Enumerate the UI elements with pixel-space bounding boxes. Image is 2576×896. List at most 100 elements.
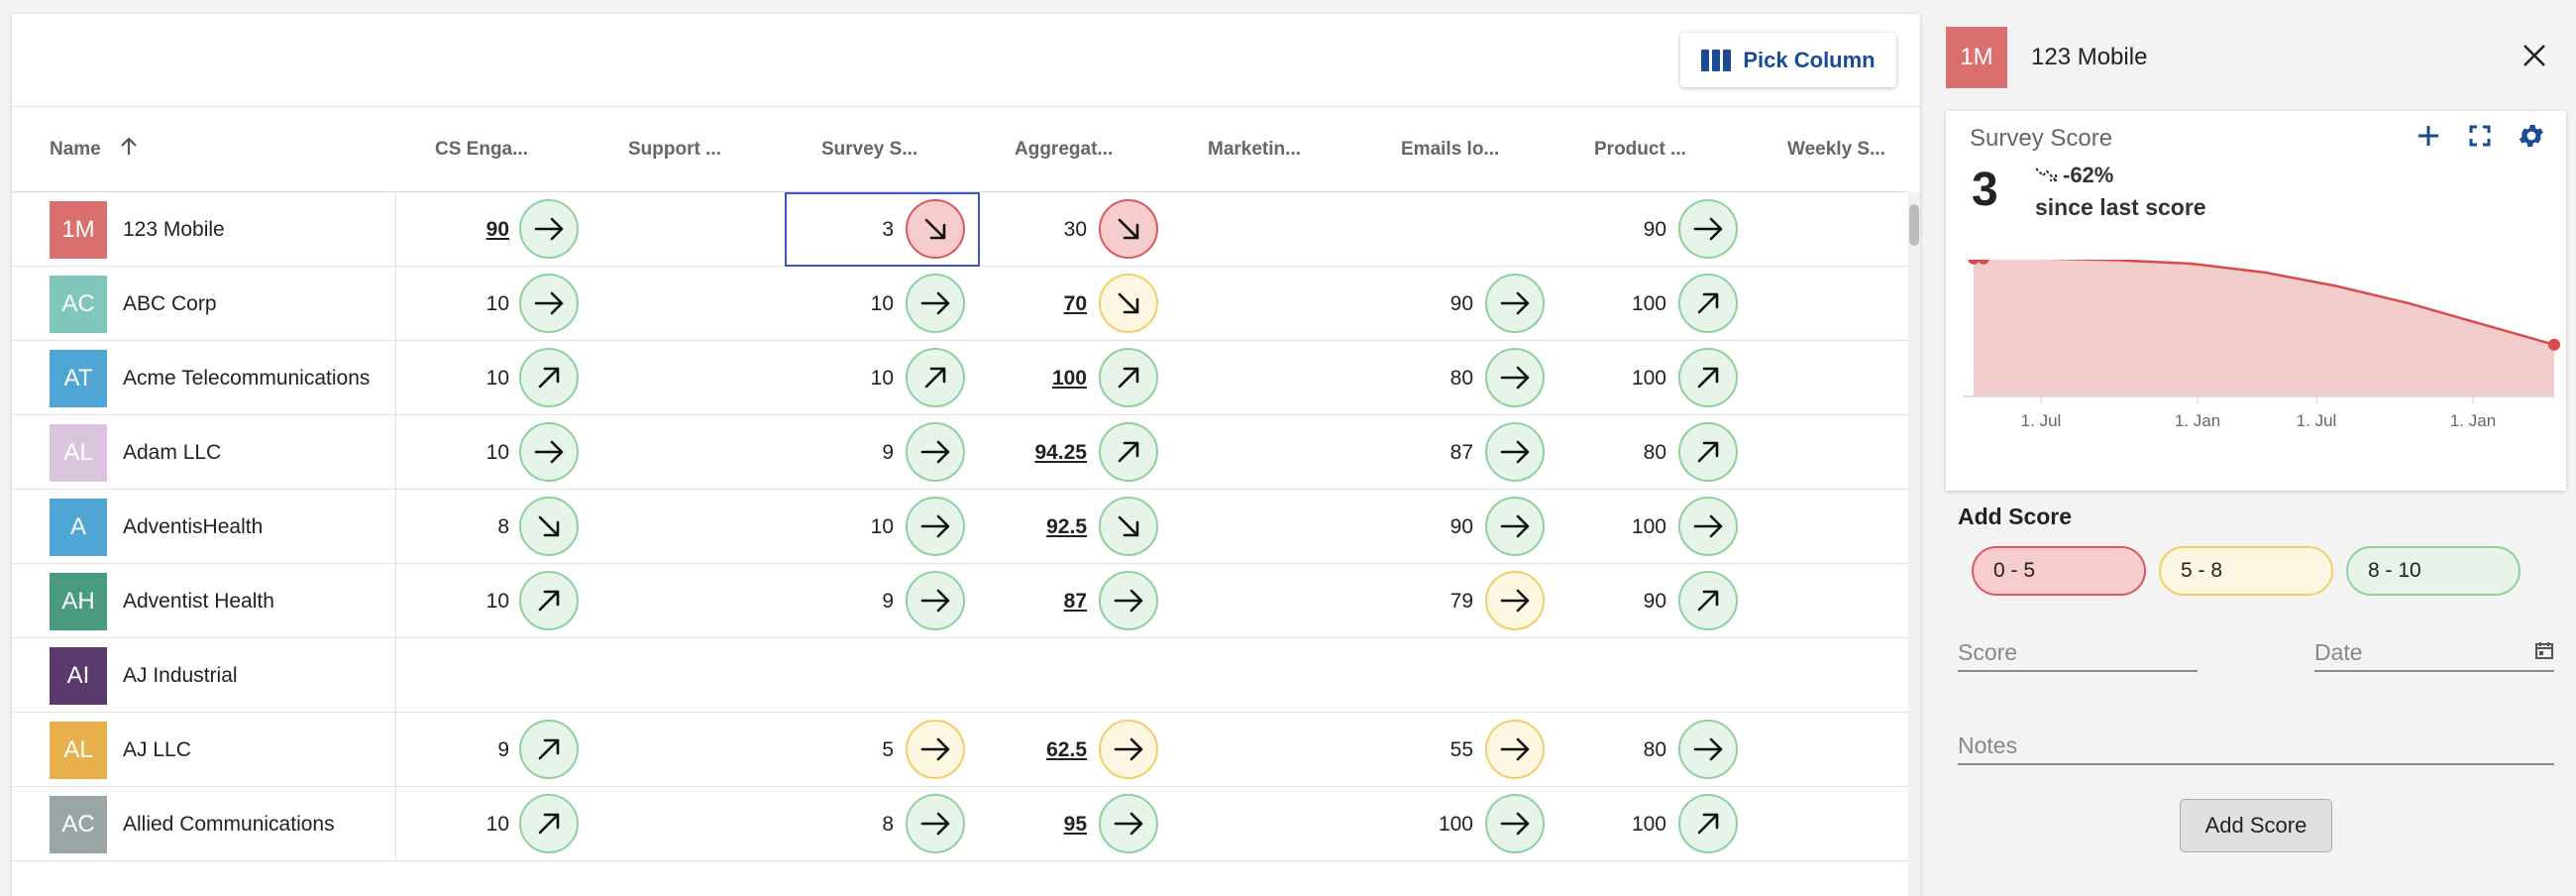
account-name-cell[interactable]: AT Acme Telecommunications <box>12 341 396 415</box>
trend-right-icon[interactable] <box>1485 720 1545 779</box>
trend-right-icon[interactable] <box>519 199 579 259</box>
sort-ascending-icon[interactable] <box>117 135 141 166</box>
trend-up-icon[interactable] <box>519 720 579 779</box>
column-header-name[interactable]: Name <box>50 107 141 192</box>
range-chip-8-10[interactable]: 8 - 10 <box>2346 546 2521 596</box>
table-row[interactable]: AC Allied Communications 10 8 95 100 100 <box>12 787 1908 861</box>
trend-up-icon[interactable] <box>519 348 579 407</box>
range-chip-5-8[interactable]: 5 - 8 <box>2159 546 2333 596</box>
table-row[interactable]: AI AJ Industrial <box>12 638 1908 713</box>
trend-right-icon[interactable] <box>1678 199 1738 259</box>
agg-score-value[interactable]: 95 <box>998 787 1087 861</box>
trend-up-icon[interactable] <box>1678 422 1738 482</box>
trend-right-icon[interactable] <box>1485 794 1545 853</box>
range-chip-0-5[interactable]: 0 - 5 <box>1972 546 2146 596</box>
table-row[interactable]: AC ABC Corp 10 10 70 90 100 <box>12 267 1908 341</box>
column-header-support[interactable]: Support ... <box>628 107 721 192</box>
date-field[interactable]: Date <box>2314 634 2554 672</box>
trend-down-icon[interactable] <box>1099 497 1158 556</box>
account-name-cell[interactable]: AL Adam LLC <box>12 415 396 490</box>
account-name[interactable]: Acme Telecommunications <box>123 367 370 391</box>
notes-field[interactable]: Notes <box>1958 728 2554 765</box>
trend-right-icon[interactable] <box>1099 720 1158 779</box>
add-score-button[interactable]: Add Score <box>2180 799 2332 852</box>
account-name[interactable]: ABC Corp <box>123 292 217 316</box>
trend-down-icon[interactable] <box>519 497 579 556</box>
grid-scrollbar[interactable] <box>1908 192 1920 896</box>
agg-score-value[interactable]: 92.5 <box>998 490 1087 564</box>
trend-right-icon[interactable] <box>1678 497 1738 556</box>
trend-right-icon[interactable] <box>906 794 965 853</box>
account-name[interactable]: AdventisHealth <box>123 515 263 539</box>
trend-right-icon[interactable] <box>1099 571 1158 630</box>
trend-up-icon[interactable] <box>519 794 579 853</box>
trend-right-icon[interactable] <box>1485 571 1545 630</box>
trend-right-icon[interactable] <box>1678 720 1738 779</box>
trend-right-icon[interactable] <box>1485 348 1545 407</box>
table-row[interactable]: 1M 123 Mobile 90 3 30 90 <box>12 192 1908 267</box>
account-name-cell[interactable]: 1M 123 Mobile <box>12 192 396 267</box>
trend-up-icon[interactable] <box>1678 794 1738 853</box>
data-point-last[interactable] <box>2548 338 2560 351</box>
add-icon[interactable] <box>2412 119 2445 153</box>
trend-up-icon[interactable] <box>906 348 965 407</box>
account-name[interactable]: Adam LLC <box>123 441 221 465</box>
trend-up-icon[interactable] <box>1678 348 1738 407</box>
pick-column-button[interactable]: Pick Column <box>1680 33 1896 87</box>
column-header-marketing[interactable]: Marketin... <box>1208 107 1301 192</box>
account-name-cell[interactable]: AC ABC Corp <box>12 267 396 341</box>
column-header-survey-score[interactable]: Survey S... <box>821 107 917 192</box>
trend-right-icon[interactable] <box>906 571 965 630</box>
column-header-aggregate[interactable]: Aggregat... <box>1015 107 1113 192</box>
table-row[interactable]: AH Adventist Health 10 9 87 79 90 <box>12 564 1908 638</box>
column-header-cs-engagement[interactable]: CS Enga... <box>435 107 528 192</box>
gear-icon[interactable] <box>2515 119 2548 153</box>
trend-right-icon[interactable] <box>1485 274 1545 333</box>
account-name-cell[interactable]: A AdventisHealth <box>12 490 396 564</box>
trend-down-icon[interactable] <box>906 199 965 259</box>
account-name-cell[interactable]: AC Allied Communications <box>12 787 396 861</box>
account-name[interactable]: Adventist Health <box>123 590 274 614</box>
account-name[interactable]: 123 Mobile <box>123 218 225 242</box>
account-name[interactable]: AJ LLC <box>123 738 191 762</box>
agg-score-value[interactable]: 70 <box>998 267 1087 341</box>
trend-down-icon[interactable] <box>1099 274 1158 333</box>
column-header-emails[interactable]: Emails lo... <box>1401 107 1499 192</box>
trend-up-icon[interactable] <box>519 571 579 630</box>
grid-scrollbar-thumb[interactable] <box>1909 204 1919 246</box>
calendar-icon[interactable] <box>2534 639 2554 666</box>
trend-right-icon[interactable] <box>906 274 965 333</box>
trend-up-icon[interactable] <box>1099 348 1158 407</box>
account-name[interactable]: AJ Industrial <box>123 664 238 688</box>
trend-right-icon[interactable] <box>906 720 965 779</box>
account-name-cell[interactable]: AL AJ LLC <box>12 713 396 787</box>
account-name[interactable]: Allied Communications <box>123 813 335 837</box>
column-header-product[interactable]: Product ... <box>1594 107 1686 192</box>
trend-right-icon[interactable] <box>519 274 579 333</box>
trend-right-icon[interactable] <box>1485 422 1545 482</box>
score-field[interactable]: Score <box>1958 634 2198 672</box>
agg-score-value[interactable]: 87 <box>998 564 1087 638</box>
trend-right-icon[interactable] <box>519 422 579 482</box>
column-header-weekly[interactable]: Weekly S... <box>1787 107 1885 192</box>
trend-up-icon[interactable] <box>1678 571 1738 630</box>
trend-right-icon[interactable] <box>906 497 965 556</box>
table-row[interactable]: A AdventisHealth 8 10 92.5 90 100 <box>12 490 1908 564</box>
trend-down-icon[interactable] <box>1099 199 1158 259</box>
trend-right-icon[interactable] <box>1099 794 1158 853</box>
account-name-cell[interactable]: AI AJ Industrial <box>12 638 396 713</box>
table-row[interactable]: AL AJ LLC 9 5 62.5 55 80 <box>12 713 1908 787</box>
close-icon[interactable] <box>2515 36 2554 75</box>
cs-score-value[interactable]: 90 <box>420 192 509 267</box>
agg-score-value[interactable]: 100 <box>998 341 1087 415</box>
expand-icon[interactable] <box>2463 119 2497 153</box>
agg-score-value[interactable]: 94.25 <box>998 415 1087 490</box>
table-row[interactable]: AL Adam LLC 10 9 94.25 87 80 <box>12 415 1908 490</box>
trend-up-icon[interactable] <box>1099 422 1158 482</box>
trend-right-icon[interactable] <box>1485 497 1545 556</box>
table-row[interactable]: AT Acme Telecommunications 10 10 100 80 100 <box>12 341 1908 415</box>
account-name-cell[interactable]: AH Adventist Health <box>12 564 396 638</box>
trend-right-icon[interactable] <box>906 422 965 482</box>
agg-score-value[interactable]: 62.5 <box>998 713 1087 787</box>
trend-up-icon[interactable] <box>1678 274 1738 333</box>
